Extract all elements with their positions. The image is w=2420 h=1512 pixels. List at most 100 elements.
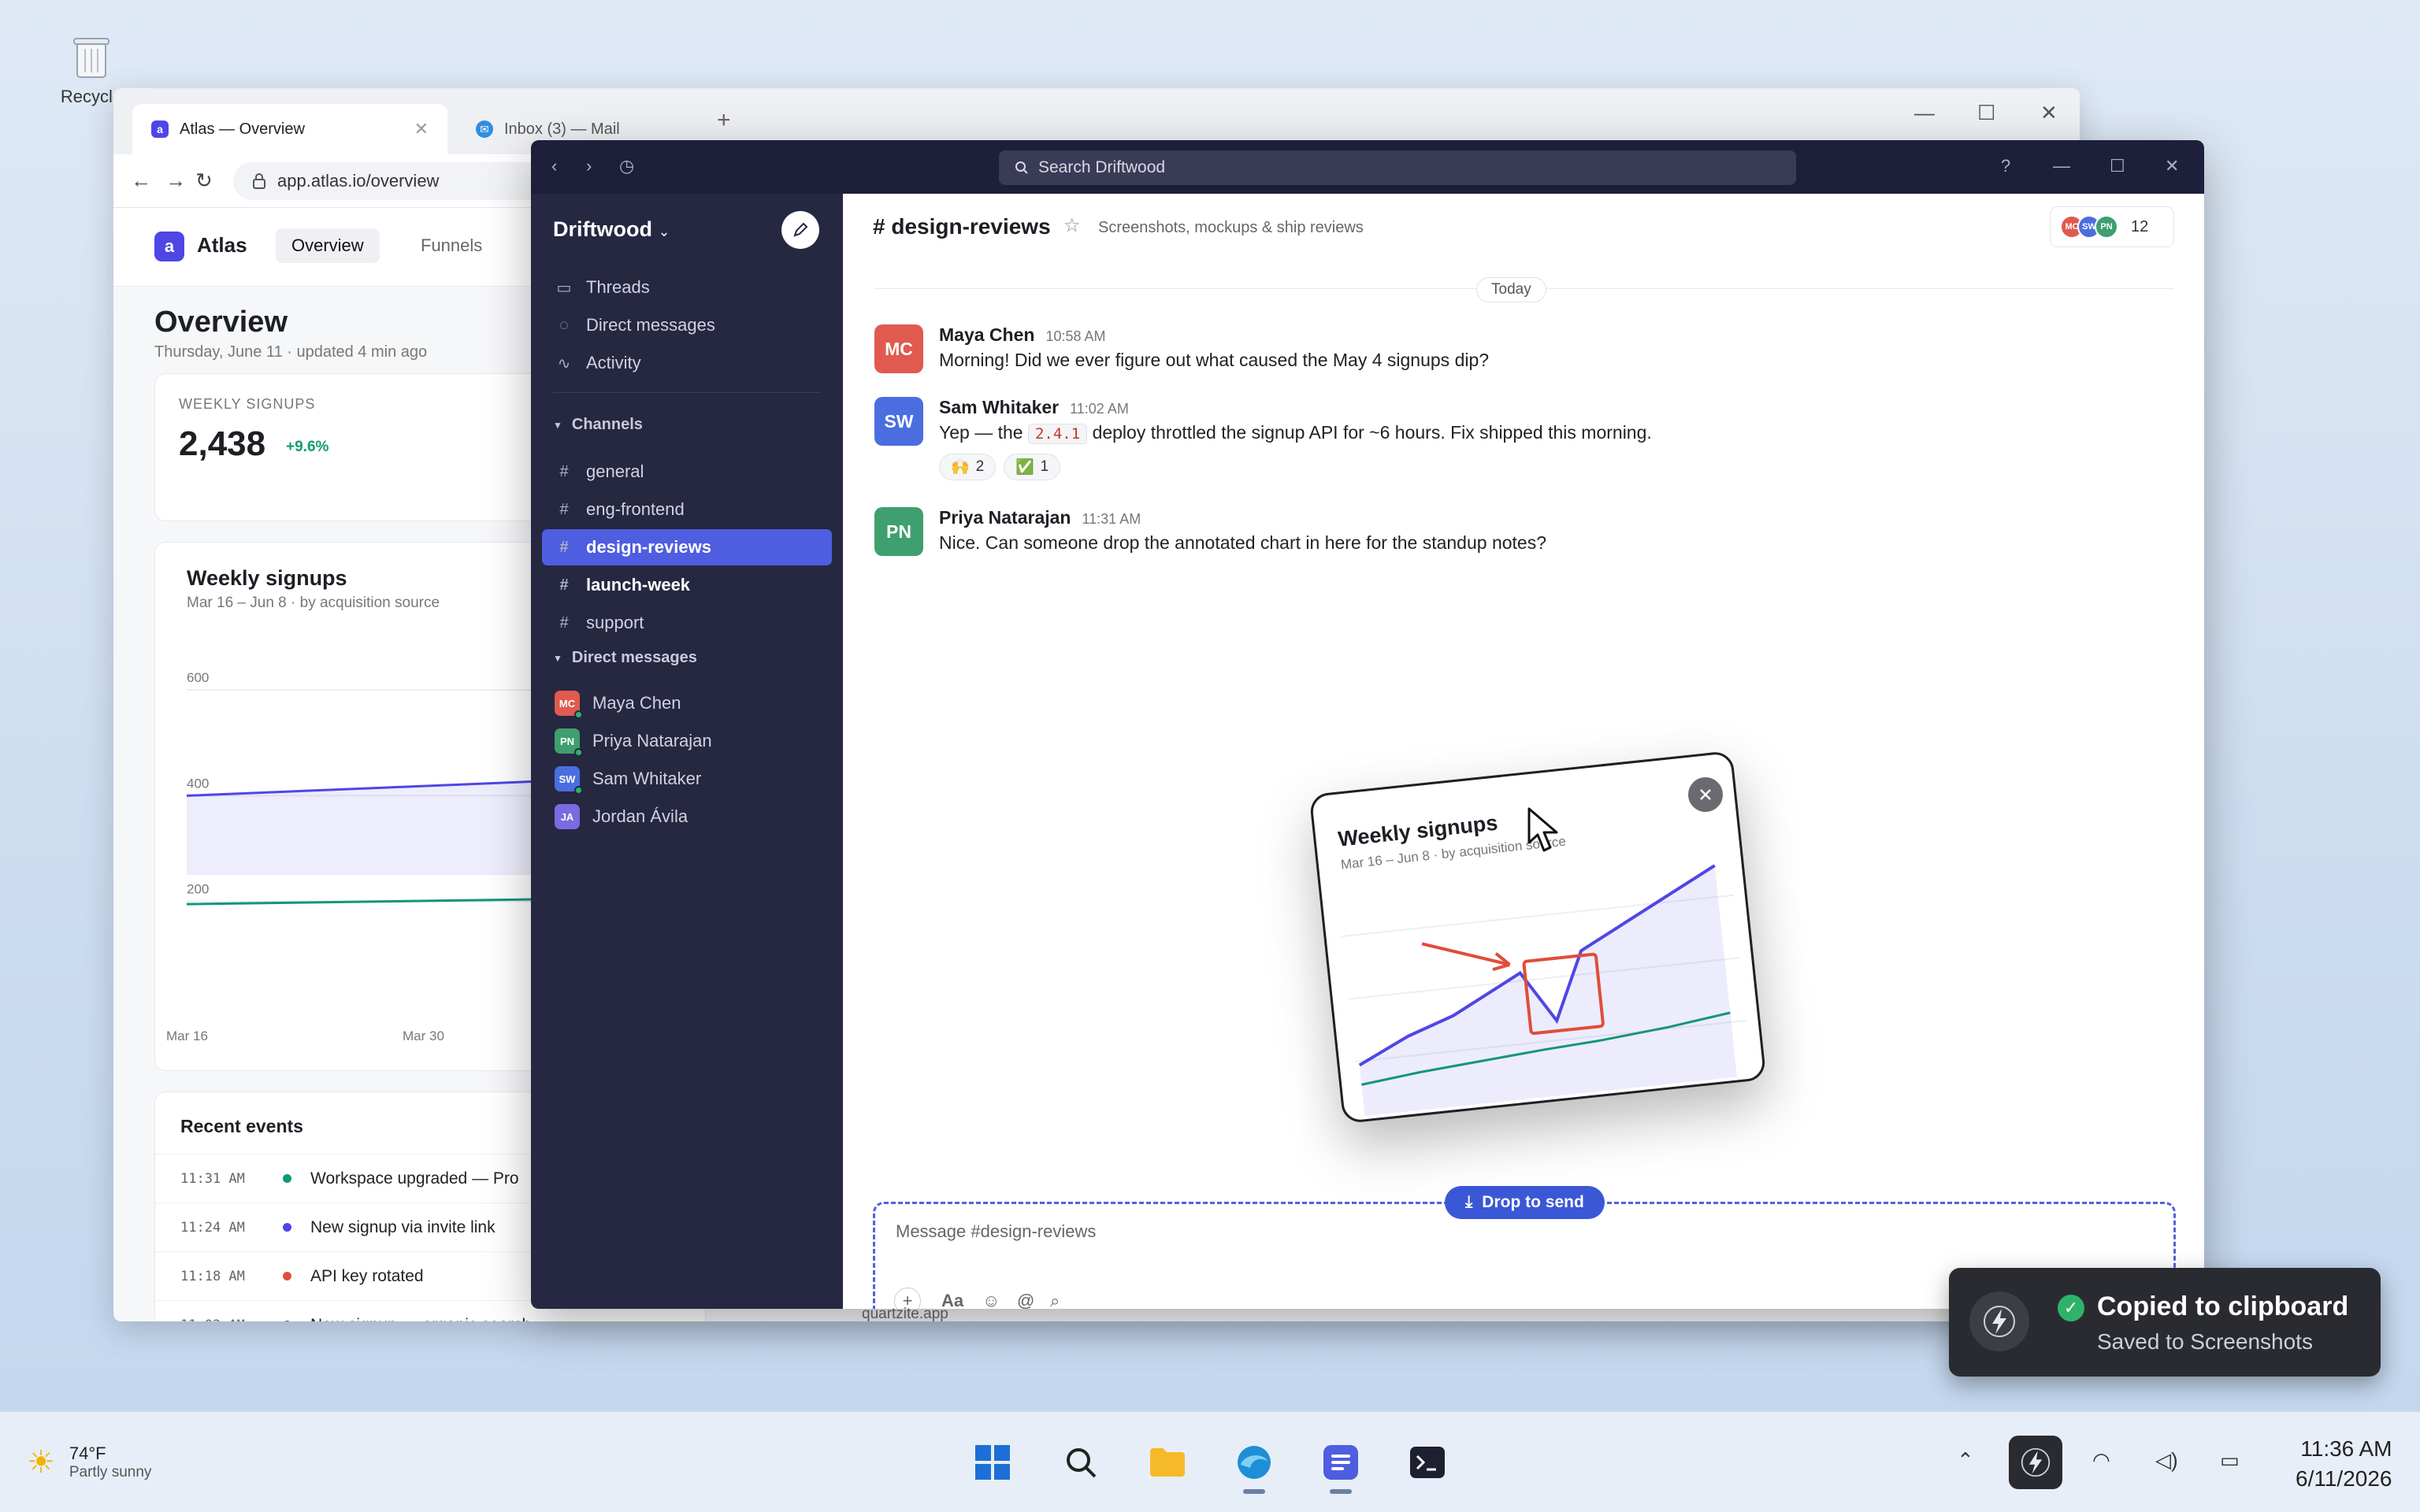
sidebar-item-channel-general[interactable]: # general xyxy=(542,454,832,490)
clipboard-toast[interactable]: ✓ Copied to clipboard Saved to Screensho… xyxy=(1949,1268,2381,1377)
browser-taskbar-button[interactable] xyxy=(1226,1436,1282,1494)
sidebar-item-channel-eng-frontend[interactable]: # eng-frontend xyxy=(542,491,832,528)
sidebar-item-label: Priya Natarajan xyxy=(592,731,712,750)
chart-title: Weekly signups xyxy=(187,566,347,590)
sidebar-item-dm[interactable]: SW Sam Whitaker xyxy=(542,761,832,797)
search-input[interactable]: Search Driftwood xyxy=(999,150,1796,185)
drop-label: Drop to send xyxy=(1482,1193,1584,1211)
windows-logo-icon xyxy=(975,1445,1010,1480)
annotated-chart-thumbnail xyxy=(1342,864,1747,1117)
composer-placeholder: Message #design-reviews xyxy=(896,1221,1097,1241)
screenshot-tray-icon[interactable] xyxy=(2009,1436,2062,1489)
activity-icon: ∿ xyxy=(557,354,571,372)
forward-icon[interactable]: › xyxy=(586,156,592,176)
nav-funnels[interactable]: Funnels xyxy=(421,228,482,263)
reaction-raised-hands[interactable]: 🙌 2 xyxy=(939,454,997,480)
battery-icon[interactable]: ▭ xyxy=(2220,1448,2240,1473)
back-icon[interactable]: ‹ xyxy=(551,156,557,176)
event-label: API key rotated xyxy=(310,1266,424,1285)
close-window-icon[interactable]: ✕ xyxy=(2165,156,2179,176)
avatar-initials: MC xyxy=(559,697,576,710)
file-explorer-button[interactable] xyxy=(1139,1436,1196,1489)
message-author[interactable]: Maya Chen 10:58 AM xyxy=(939,324,1106,346)
star-icon[interactable]: ☆ xyxy=(1063,214,1081,237)
event-label: New signup via invite link xyxy=(310,1217,496,1236)
channels-header[interactable]: ▼ Channels xyxy=(553,416,643,434)
browser-tab-atlas[interactable]: a Atlas — Overview ✕ xyxy=(132,104,447,154)
history-icon[interactable]: ◷ xyxy=(619,156,634,176)
back-icon[interactable]: ← xyxy=(131,169,151,193)
hash-icon: # xyxy=(559,576,569,594)
app-logo-icon xyxy=(1969,1292,2029,1351)
event-time: 11:02 AM xyxy=(180,1317,283,1322)
wifi-icon[interactable]: ◠ xyxy=(2092,1448,2110,1473)
chart-subtitle: Mar 16 – Jun 8 · by acquisition source xyxy=(187,595,440,611)
reload-icon[interactable]: ↻ xyxy=(195,169,213,193)
close-tab-icon[interactable]: ✕ xyxy=(414,119,429,139)
atlas-logo-icon: a xyxy=(154,232,184,261)
page-subtitle: Thursday, June 11 · updated 4 min ago xyxy=(154,343,428,361)
close-preview-button[interactable] xyxy=(1686,775,1725,814)
help-icon[interactable]: ? xyxy=(2001,156,2010,176)
sidebar-item-activity[interactable]: ∿ Activity xyxy=(542,345,832,381)
mention-icon[interactable]: @ xyxy=(1017,1291,1034,1309)
sidebar-item-channel-launch-week[interactable]: # launch-week xyxy=(542,567,832,603)
close-window-icon[interactable]: ✕ xyxy=(2040,101,2058,125)
weather-widget[interactable]: ☀ 74°F Partly sunny xyxy=(27,1443,151,1481)
search-button[interactable] xyxy=(1052,1436,1109,1489)
text-part: Yep — the xyxy=(939,422,1023,443)
driftwood-taskbar-button[interactable] xyxy=(1312,1436,1369,1494)
chevron-up-icon[interactable]: ⌃ xyxy=(1957,1448,1974,1473)
minimize-icon[interactable]: — xyxy=(2053,156,2070,176)
author-name: Maya Chen xyxy=(939,324,1035,345)
sun-icon: ☀ xyxy=(27,1445,55,1480)
new-tab-icon[interactable]: + xyxy=(717,107,731,134)
sidebar-item-dm[interactable]: JA Jordan Ávila xyxy=(542,799,832,835)
hash-icon: # xyxy=(559,538,569,556)
start-button[interactable] xyxy=(964,1436,1021,1489)
avatar: PN xyxy=(2095,215,2118,239)
workspace-switcher[interactable]: Driftwood ⌄ xyxy=(553,217,670,242)
weather-temp: 74°F xyxy=(69,1443,106,1463)
avatar-initials: SW xyxy=(559,773,576,785)
sidebar-item-label: design-reviews xyxy=(586,537,711,557)
chevron-down-icon: ⌄ xyxy=(658,224,670,239)
sidebar-item-dm[interactable]: PN Priya Natarajan xyxy=(542,723,832,759)
volume-icon[interactable]: ◁) xyxy=(2155,1448,2178,1473)
members-button[interactable]: MC SW PN 12 xyxy=(2050,206,2174,247)
sidebar-item-threads[interactable]: ▭ Threads xyxy=(542,269,832,306)
clock[interactable]: 11:36 AM 6/11/2026 xyxy=(2296,1434,2392,1494)
message-author[interactable]: Sam Whitaker 11:02 AM xyxy=(939,397,1129,418)
channel-title: # design-reviews xyxy=(873,214,1051,239)
dms-header[interactable]: ▼ Direct messages xyxy=(553,649,697,667)
presence-dot xyxy=(574,710,583,719)
search-placeholder: Search Driftwood xyxy=(1038,158,1166,176)
compose-button[interactable] xyxy=(781,211,819,249)
author-name: Priya Natarajan xyxy=(939,507,1071,528)
sidebar-item-channel-design-reviews[interactable]: # design-reviews xyxy=(542,529,832,565)
message-item: SW Sam Whitaker 11:02 AM Yep — the 2.4.1 … xyxy=(874,397,2166,485)
attach-icon[interactable]: ⌕ xyxy=(1050,1291,1060,1309)
sidebar-item-label: launch-week xyxy=(586,575,691,595)
sidebar-item-label: Jordan Ávila xyxy=(592,806,689,826)
maximize-icon[interactable]: ☐ xyxy=(2110,156,2125,176)
minimize-icon[interactable]: — xyxy=(1914,101,1935,125)
emoji-icon[interactable]: ☺ xyxy=(982,1291,1000,1309)
hash-icon: # xyxy=(559,462,569,480)
nav-overview[interactable]: Overview xyxy=(276,228,380,263)
maximize-icon[interactable]: ☐ xyxy=(1977,101,1995,125)
terminal-taskbar-button[interactable] xyxy=(1399,1436,1456,1489)
sidebar-item-dm[interactable]: MC Maya Chen xyxy=(542,685,832,721)
sidebar-item-direct-messages[interactable]: ◌ Direct messages xyxy=(542,307,832,343)
reaction-count: 1 xyxy=(1040,458,1049,475)
message-text: Morning! Did we ever figure out what cau… xyxy=(939,350,1490,370)
forward-icon[interactable]: → xyxy=(165,169,186,193)
sidebar-item-label: Activity xyxy=(586,353,641,372)
sidebar-item-channel-support[interactable]: # support xyxy=(542,605,832,641)
reaction-check[interactable]: ✅ 1 xyxy=(1004,454,1061,480)
folder-icon xyxy=(1150,1448,1185,1477)
avatar: MC xyxy=(874,324,923,373)
channel-view: # design-reviews ☆ Screenshots, mockups … xyxy=(843,194,2204,1309)
message-author[interactable]: Priya Natarajan 11:31 AM xyxy=(939,507,1141,528)
driftwood-app-icon xyxy=(1323,1445,1358,1480)
